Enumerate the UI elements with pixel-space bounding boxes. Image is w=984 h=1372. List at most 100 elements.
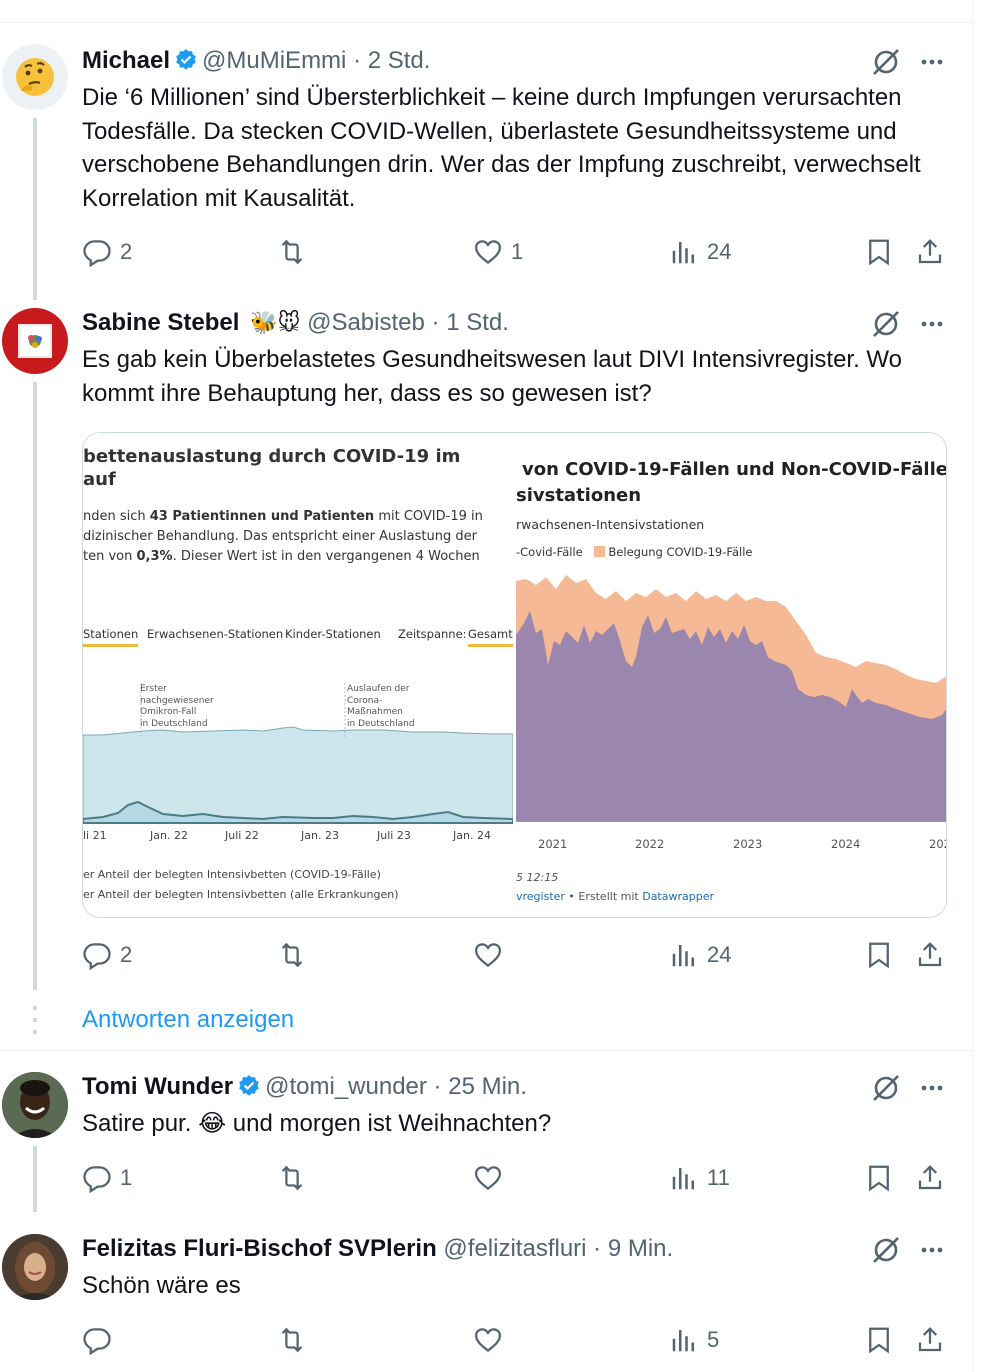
like-button[interactable] bbox=[473, 1320, 511, 1360]
x-tick: 202 bbox=[929, 837, 946, 851]
avatar[interactable] bbox=[2, 1072, 68, 1138]
separator-dot: · bbox=[433, 1073, 442, 1100]
annotation-omikron: Erster nachgewiesener Omikron-Fall in De… bbox=[140, 684, 214, 729]
tab-kinder-stationen[interactable]: Kinder-Stationen bbox=[285, 627, 381, 641]
views-count: 24 bbox=[707, 239, 732, 264]
timestamp[interactable]: 25 Min. bbox=[448, 1073, 527, 1100]
separator-dot: · bbox=[593, 1235, 602, 1262]
tweet-tomi[interactable]: Tomi Wunder @tomi_wunder · 25 Min. Satire… bbox=[0, 1052, 972, 1212]
author-name[interactable]: Sabine Stebel bbox=[82, 309, 239, 336]
share-button[interactable] bbox=[915, 1320, 945, 1360]
author-handle[interactable]: @felizitasfluri bbox=[443, 1235, 586, 1262]
tweet-media[interactable]: bettenauslastung durch COVID-19 im auf n… bbox=[82, 432, 947, 918]
author-name[interactable]: Felizitas Fluri-Bischof SVPlerin bbox=[82, 1235, 437, 1262]
author-handle[interactable]: @tomi_wunder bbox=[265, 1073, 427, 1100]
bookmark-button[interactable] bbox=[864, 935, 894, 975]
more-icon[interactable] bbox=[914, 306, 950, 342]
reply-button[interactable]: 2 bbox=[82, 232, 132, 272]
author-handle[interactable]: @Sabisteb bbox=[307, 309, 425, 336]
timestamp[interactable]: 2 Std. bbox=[368, 47, 431, 74]
views-icon bbox=[672, 945, 694, 967]
heart-icon bbox=[474, 1328, 502, 1353]
thread-line bbox=[33, 382, 37, 990]
more-icon[interactable] bbox=[914, 44, 950, 80]
reply-button[interactable]: 2 bbox=[82, 935, 132, 975]
bookmark-icon bbox=[869, 1327, 889, 1354]
more-icon[interactable] bbox=[914, 1070, 950, 1106]
reply-icon bbox=[83, 1166, 111, 1193]
views-button[interactable]: 24 bbox=[669, 935, 731, 975]
bookmark-button[interactable] bbox=[864, 232, 894, 272]
avatar[interactable] bbox=[2, 44, 68, 110]
timestamp[interactable]: 1 Std. bbox=[446, 309, 509, 336]
right-footer-time: 5 12:15 bbox=[516, 871, 559, 884]
x-tick: Jan. 23 bbox=[301, 829, 339, 842]
show-replies-link[interactable]: Antworten anzeigen bbox=[82, 1004, 294, 1036]
heart-icon bbox=[474, 943, 502, 968]
tweet-text: Die ‘6 Millionen’ sind Übersterblichkeit… bbox=[82, 84, 921, 212]
verified-badge-icon bbox=[239, 1075, 259, 1096]
retweet-button[interactable] bbox=[277, 232, 315, 272]
retweet-icon bbox=[281, 239, 303, 265]
media-image-right[interactable]: von COVID-19-Fällen und Non-COVID-Fälle … bbox=[516, 433, 947, 917]
tweet-header: Felizitas Fluri-Bischof SVPlerin @felizi… bbox=[82, 1234, 673, 1264]
grok-icon[interactable] bbox=[868, 1070, 904, 1106]
author-name[interactable]: Tomi Wunder bbox=[82, 1073, 233, 1100]
tab-stationen[interactable]: Stationen bbox=[83, 627, 139, 647]
separator-dot: · bbox=[431, 309, 440, 336]
like-button[interactable]: 1 bbox=[473, 232, 523, 272]
retweet-icon bbox=[281, 942, 303, 968]
retweet-button[interactable] bbox=[277, 935, 315, 975]
author-name[interactable]: Michael bbox=[82, 47, 170, 74]
tweet-text: Satire pur. 😂 und morgen ist Weihnachten… bbox=[82, 1110, 552, 1137]
timestamp[interactable]: 9 Min. bbox=[608, 1235, 673, 1262]
retweet-button[interactable] bbox=[277, 1158, 315, 1198]
grok-icon[interactable] bbox=[868, 1232, 904, 1268]
more-icon[interactable] bbox=[914, 1232, 950, 1268]
views-button[interactable]: 24 bbox=[669, 232, 731, 272]
grok-icon[interactable] bbox=[868, 44, 904, 80]
tab-erwachsenen-stationen[interactable]: Erwachsenen-Stationen bbox=[147, 627, 283, 641]
x-tick: 2023 bbox=[733, 837, 763, 851]
bookmark-button[interactable] bbox=[864, 1158, 894, 1198]
tweet-actions: 2 24 bbox=[82, 935, 952, 975]
right-chart-title: von COVID-19-Fällen und Non-COVID-Fälle … bbox=[516, 459, 947, 506]
reply-button[interactable]: 1 bbox=[82, 1158, 132, 1198]
tweet-michael[interactable]: Michael @MuMiEmmi · 2 Std. Die ‘6 Million… bbox=[0, 0, 972, 300]
share-button[interactable] bbox=[915, 1158, 945, 1198]
like-button[interactable] bbox=[473, 1158, 511, 1198]
bookmark-icon bbox=[869, 239, 889, 266]
x-tick: Juli 23 bbox=[377, 829, 411, 842]
zeitspanne-select[interactable]: Gesamtv bbox=[468, 627, 513, 647]
right-stacked-area-chart bbox=[516, 575, 946, 822]
share-icon bbox=[918, 942, 942, 967]
right-footer-source: vregister • Erstellt mit Datawrapper bbox=[516, 890, 714, 903]
media-image-left[interactable]: bettenauslastung durch COVID-19 im auf n… bbox=[83, 433, 513, 917]
views-count: 5 bbox=[707, 1327, 720, 1352]
name-emoji-badge: 🐝🐭 bbox=[250, 310, 301, 335]
share-button[interactable] bbox=[915, 232, 945, 272]
x-tick: 2022 bbox=[635, 837, 665, 851]
divider bbox=[0, 1050, 972, 1051]
separator-dot: · bbox=[353, 47, 362, 74]
bookmark-icon bbox=[869, 942, 889, 969]
avatar[interactable] bbox=[2, 308, 68, 374]
views-button[interactable]: 5 bbox=[669, 1320, 719, 1360]
tweet-text: Schön wäre es bbox=[82, 1272, 241, 1299]
reply-button[interactable] bbox=[82, 1320, 120, 1360]
reply-icon bbox=[83, 240, 111, 267]
author-handle[interactable]: @MuMiEmmi bbox=[202, 47, 346, 74]
share-button[interactable] bbox=[915, 935, 945, 975]
grok-icon[interactable] bbox=[868, 306, 904, 342]
bookmark-button[interactable] bbox=[864, 1320, 894, 1360]
x-tick: 2024 bbox=[831, 837, 861, 851]
x-tick: Jan. 24 bbox=[453, 829, 491, 842]
flower-icon bbox=[28, 335, 42, 348]
reply-icon bbox=[83, 1328, 111, 1355]
avatar[interactable] bbox=[2, 1234, 68, 1300]
tweet-felizitas[interactable]: Felizitas Fluri-Bischof SVPlerin @felizi… bbox=[0, 1212, 972, 1372]
views-button[interactable]: 11 bbox=[669, 1158, 730, 1198]
retweet-button[interactable] bbox=[277, 1320, 315, 1360]
like-button[interactable] bbox=[473, 935, 511, 975]
reply-count: 2 bbox=[120, 942, 133, 967]
